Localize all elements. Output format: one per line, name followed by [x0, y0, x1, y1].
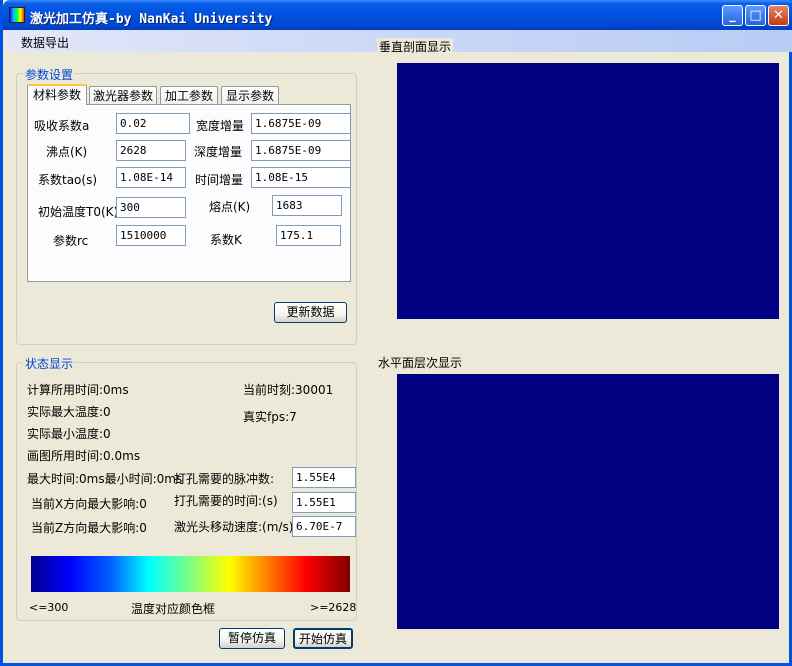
- init-temp-field[interactable]: 300: [116, 197, 186, 218]
- status-legend: 状态显示: [23, 355, 76, 372]
- scale-title-text: 温度对应颜色框: [131, 602, 216, 616]
- update-data-button[interactable]: 更新数据: [274, 302, 347, 323]
- start-simulation-button[interactable]: 开始仿真: [293, 628, 353, 649]
- maximize-button[interactable]: □: [745, 5, 766, 26]
- k-label: 系数K: [210, 233, 242, 247]
- x-influence-text: 当前X方向最大影响:0: [31, 497, 147, 511]
- melt-label: 熔点(K): [209, 200, 251, 214]
- scale-max-text: >=2628: [310, 601, 357, 614]
- fps-text: 真实fps:7: [243, 410, 297, 424]
- scale-min-text: <=300: [29, 601, 69, 614]
- pulses-field[interactable]: 1.55E4: [292, 467, 356, 488]
- vertical-view-title: 垂直剖面显示: [377, 38, 454, 55]
- horizontal-view-title: 水平面层次显示: [378, 356, 463, 370]
- pause-simulation-button[interactable]: 暂停仿真: [219, 628, 285, 649]
- boil-label: 沸点(K): [46, 145, 88, 159]
- speed-label: 激光头移动速度:(m/s): [174, 520, 294, 534]
- calc-time-text: 计算所用时间:0ms: [27, 383, 129, 397]
- tao-field[interactable]: 1.08E-14: [116, 167, 186, 188]
- min-temp-text: 实际最小温度:0: [27, 427, 111, 441]
- rc-field[interactable]: 1510000: [116, 225, 186, 246]
- speed-field[interactable]: 6.70E-7: [292, 516, 356, 537]
- depth-inc-field[interactable]: 1.6875E-09: [251, 140, 351, 161]
- boil-field[interactable]: 2628: [116, 140, 186, 161]
- menu-export[interactable]: 数据导出: [21, 34, 69, 51]
- absorb-label: 吸收系数a: [34, 119, 90, 133]
- max-min-time-text: 最大时间:0ms最小时间:0ms: [27, 472, 183, 486]
- vertical-section-canvas: [397, 63, 779, 319]
- z-influence-text: 当前Z方向最大影响:0: [31, 521, 147, 535]
- rc-label: 参数rc: [53, 234, 89, 248]
- current-moment-text: 当前时刻:30001: [243, 383, 334, 397]
- tao-label: 系数tao(s): [38, 173, 98, 187]
- app-icon: [9, 7, 25, 23]
- tab-display[interactable]: 显示参数: [221, 86, 279, 105]
- main-window: 激光加工仿真-by NanKai University _ □ ✕ 数据导出 参…: [0, 0, 792, 666]
- pulses-label: 打孔需要的脉冲数:: [174, 472, 275, 486]
- drill-time-field[interactable]: 1.55E1: [292, 492, 356, 513]
- tab-processing[interactable]: 加工参数: [160, 86, 218, 105]
- title-bar[interactable]: 激光加工仿真-by NanKai University _ □ ✕: [3, 0, 792, 30]
- max-temp-text: 实际最大温度:0: [27, 405, 111, 419]
- depth-inc-label: 深度增量: [194, 145, 243, 159]
- k-field[interactable]: 175.1: [276, 225, 341, 246]
- absorb-field[interactable]: 0.02: [116, 113, 190, 134]
- melt-field[interactable]: 1683: [272, 195, 342, 216]
- width-inc-field[interactable]: 1.6875E-09: [251, 113, 351, 134]
- close-button[interactable]: ✕: [768, 5, 789, 26]
- params-legend: 参数设置: [23, 66, 76, 83]
- tab-material[interactable]: 材料参数: [27, 84, 87, 105]
- draw-time-text: 画图所用时间:0.0ms: [27, 449, 141, 463]
- width-inc-label: 宽度增量: [196, 119, 245, 133]
- time-inc-label: 时间增量: [195, 173, 244, 187]
- horizontal-layer-canvas: [397, 374, 779, 629]
- time-inc-field[interactable]: 1.08E-15: [251, 167, 351, 188]
- init-temp-label: 初始温度T0(K): [38, 205, 119, 219]
- temperature-colorbar: [31, 556, 350, 592]
- drill-time-label: 打孔需要的时间:(s): [174, 494, 278, 508]
- tab-laser[interactable]: 激光器参数: [89, 86, 157, 105]
- minimize-button[interactable]: _: [722, 5, 743, 26]
- window-title: 激光加工仿真-by NanKai University: [30, 12, 273, 27]
